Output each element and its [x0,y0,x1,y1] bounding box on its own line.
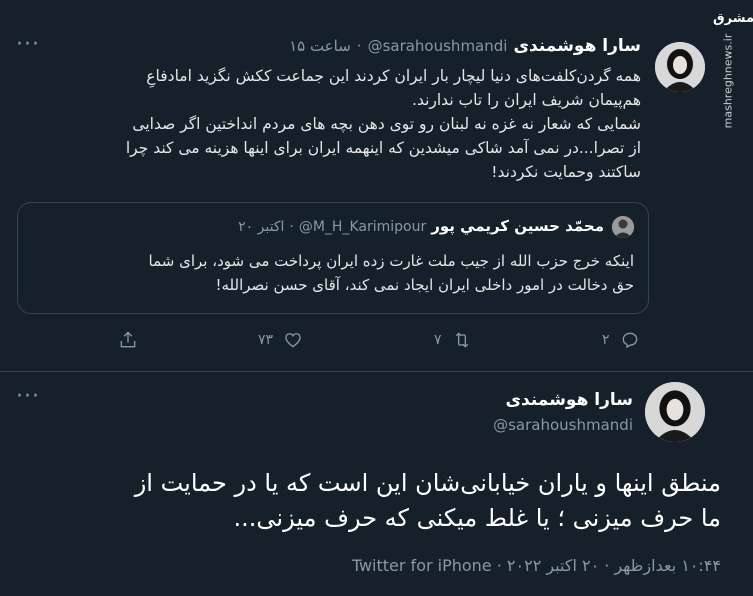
header-separator: · [356,37,362,55]
reply-text-line: ما حرف میزنی ؛ یا غلط میکنی که حرف میزنی… [233,504,721,532]
author-avatar-image [655,42,705,92]
reply-text: منطق اینها و یاران خیابانی‌شان این است ک… [135,466,721,536]
quoted-text: اینکه خرج حزب الله از جیب ملت غارت زده ا… [34,249,634,297]
quoted-avatar-image [612,216,634,238]
reply-button[interactable]: ۲ [602,330,640,350]
reply-author-avatar[interactable] [645,382,705,442]
reply-avatar-image [645,382,705,442]
retweet-icon [455,332,468,348]
retweet-count: ۷ [434,332,442,348]
reply-count: ۲ [602,332,610,348]
tweet-text: همه گردن‌کلفت‌های دنیا لیچار بار ایران ک… [126,64,641,184]
share-button[interactable] [118,330,138,350]
quoted-author-avatar [612,216,634,238]
watermark-site: mashreghnews.ir [721,33,735,129]
heart-icon [285,333,301,348]
tweet-text-line: از تصرا...در نمی آمد شاکی میشدین که اینه… [125,139,641,157]
share-icon [120,331,136,348]
quoted-author-name: محمّد حسين كريمي پور [431,217,604,235]
quoted-header-separator: · [289,219,294,235]
quoted-text-line: حق دخالت در امور داخلی ایران ایجاد نمی ک… [215,276,634,294]
author-handle[interactable]: @sarahoushmandi [368,37,508,55]
tweet-time[interactable]: ۱۵ ساعت [289,37,351,55]
reply-icon [622,332,637,349]
quoted-text-line: اینکه خرج حزب الله از جیب ملت غارت زده ا… [148,252,634,270]
like-button[interactable]: ۷۳ [258,330,303,350]
reply-meta[interactable]: ۱۰:۴۴ بعدازظهر · ۲۰ اکتبر ۲۰۲۲ · Twitter… [352,556,721,575]
tweet-text-line: هم‌پیمان شریف ایران را تاب ندارند. [412,91,641,109]
reply-text-line: منطق اینها و یاران خیابانی‌شان این است ک… [134,469,721,497]
watermark-text: mashreghnews.ir [717,33,739,129]
tweet-header: سارا هوشمندی @sarahoushmandi · ۱۵ ساعت [289,36,641,56]
mashregh-logo: مشرق [713,11,753,26]
retweet-button[interactable]: ۷ [434,330,472,350]
quoted-author-handle: @M_H_Karimipour [298,219,427,235]
tweet-text-line: همه گردن‌کلفت‌های دنیا لیچار بار ایران ک… [146,67,641,85]
tweet-text-line: ساکتند وحمایت نکردند! [491,163,641,181]
reply-author-handle[interactable]: @sarahoushmandi [493,416,633,434]
quoted-date: ۲۰ اکتبر [238,219,285,235]
quoted-tweet[interactable]: محمّد حسين كريمي پور @M_H_Karimipour · ۲… [17,202,649,314]
author-avatar[interactable] [655,42,705,92]
author-name[interactable]: سارا هوشمندی [513,36,641,56]
quoted-header: محمّد حسين كريمي پور @M_H_Karimipour · ۲… [238,217,604,235]
reply-author-name[interactable]: سارا هوشمندی [505,390,633,410]
tweet-reply[interactable]: ··· سارا هوشمندی @sarahoushmandi منطق ای… [0,372,753,596]
reply-more-options-icon[interactable]: ··· [16,386,40,408]
like-count: ۷۳ [258,332,274,348]
tweet-text-line: شمایی که شعار نه غزه نه لبنان رو توی دهن… [132,115,641,133]
tweet-main[interactable]: سارا هوشمندی @sarahoushmandi · ۱۵ ساعت ·… [0,0,753,372]
more-options-icon[interactable]: ··· [16,34,40,56]
